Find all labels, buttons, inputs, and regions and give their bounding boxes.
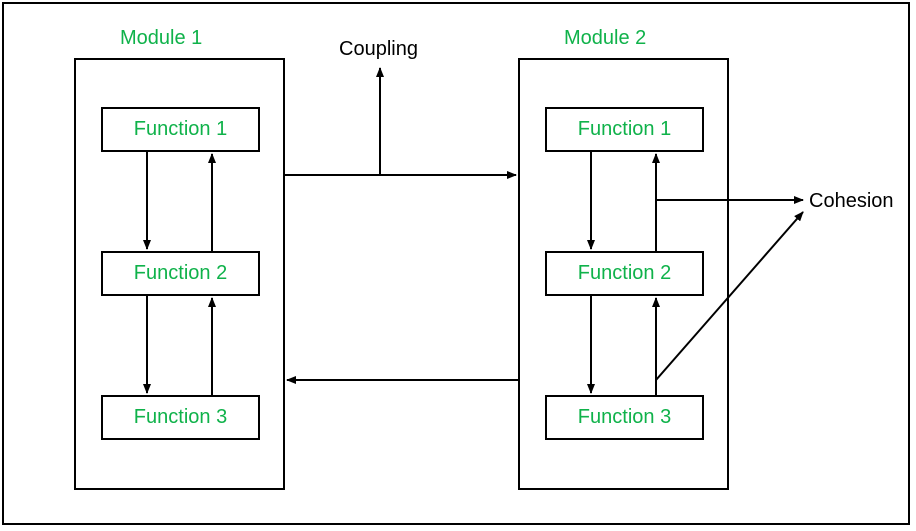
module1-func1-label: Function 1 — [134, 118, 227, 141]
module2-func3: Function 3 — [545, 395, 704, 440]
module2-func2: Function 2 — [545, 251, 704, 296]
module2-func1-label: Function 1 — [578, 118, 671, 141]
module1-func2: Function 2 — [101, 251, 260, 296]
module2-func2-label: Function 2 — [578, 262, 671, 285]
coupling-label: Coupling — [339, 38, 418, 61]
module2-title: Module 2 — [564, 27, 646, 50]
module1-func3-label: Function 3 — [134, 406, 227, 429]
module1-func1: Function 1 — [101, 107, 260, 152]
cohesion-label: Cohesion — [809, 190, 894, 213]
diagram-canvas: Module 1 Function 1 Function 2 Function … — [0, 0, 916, 531]
module1-func2-label: Function 2 — [134, 262, 227, 285]
module2-func1: Function 1 — [545, 107, 704, 152]
module2-func3-label: Function 3 — [578, 406, 671, 429]
module1-func3: Function 3 — [101, 395, 260, 440]
module1-title: Module 1 — [120, 27, 202, 50]
